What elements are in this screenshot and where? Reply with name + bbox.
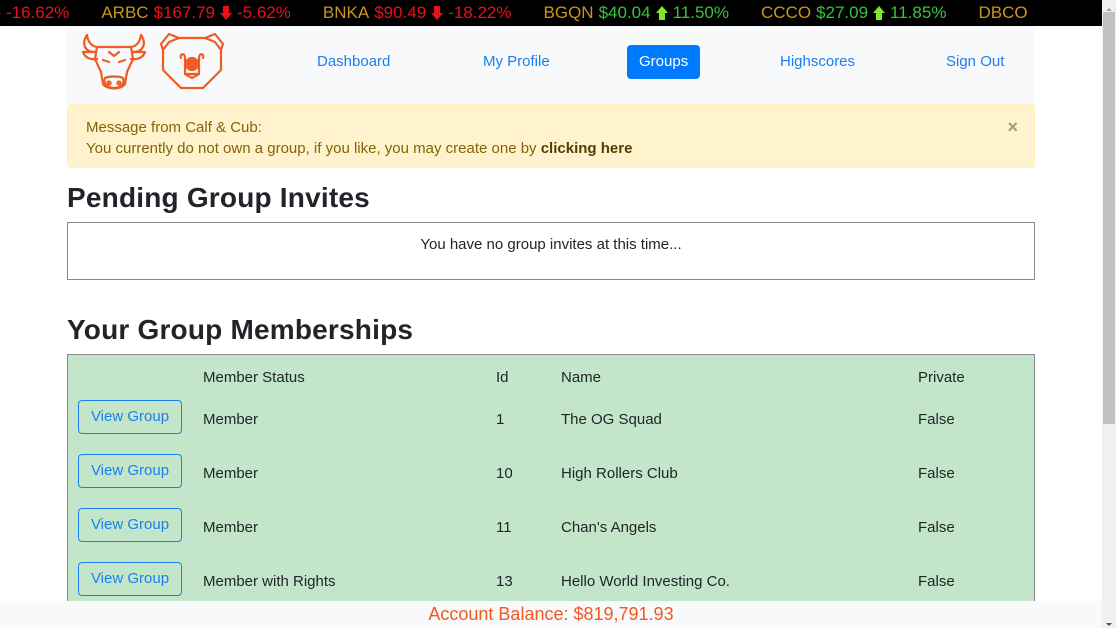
table-row: View Group Member 10 High Rollers Club F… xyxy=(68,454,1034,519)
navbar: Dashboard My Profile Groups Highscores S… xyxy=(67,26,1035,104)
arrow-down-icon xyxy=(219,5,233,21)
ticker-item: DBCO xyxy=(978,0,1032,26)
scroll-up-arrow-icon[interactable] xyxy=(1102,0,1116,12)
page: -16.62% ARBC $167.79 -5.62% BNKA $90.49 -18.22… xyxy=(0,0,1102,628)
view-group-button[interactable]: View Group xyxy=(78,454,182,488)
column-header-private: Private xyxy=(918,369,965,386)
ticker-change: -5.62% xyxy=(237,3,291,22)
ticker-symbol: CCCO xyxy=(760,3,812,22)
arrow-down-icon xyxy=(430,5,444,21)
view-group-button[interactable]: View Group xyxy=(78,562,182,596)
bear-logo-icon[interactable] xyxy=(157,30,227,96)
ticker-item: BNKA $90.49 -18.22% xyxy=(323,0,512,26)
group-id: 1 xyxy=(496,411,505,428)
member-status: Member xyxy=(203,411,259,428)
ticker-price: $167.79 xyxy=(153,3,216,22)
ticker-price: $27.09 xyxy=(816,3,869,22)
arrow-up-icon xyxy=(872,5,886,21)
nav-my-profile[interactable]: My Profile xyxy=(471,45,562,79)
scroll-down-arrow-icon[interactable] xyxy=(1102,616,1116,628)
member-status: Member xyxy=(203,519,259,536)
group-name: The OG Squad xyxy=(561,411,662,428)
alert-title: Message from Calf & Cub: xyxy=(86,119,262,136)
group-name: High Rollers Club xyxy=(561,465,678,482)
ticker-change: 11.85% xyxy=(890,3,947,22)
ticker-item: BGQN $40.04 11.50% xyxy=(544,0,729,26)
column-header-name: Name xyxy=(561,369,602,386)
ticker-symbol: BNKA xyxy=(322,3,370,22)
ticker-item: CCCO $27.09 11.85% xyxy=(761,0,946,26)
ticker-change: -18.22% xyxy=(448,3,512,22)
group-private: False xyxy=(918,411,955,428)
scrollbar-thumb[interactable] xyxy=(1103,12,1115,424)
alert-body-text: You currently do not own a group, if you… xyxy=(86,140,537,157)
nav-groups[interactable]: Groups xyxy=(627,45,701,79)
column-header-member-status: Member Status xyxy=(203,369,305,386)
alert-body: You currently do not own a group, if you… xyxy=(86,140,632,157)
group-private: False xyxy=(918,519,955,536)
nav-sign-out[interactable]: Sign Out xyxy=(934,45,1016,79)
invites-empty-box: You have no group invites at this time..… xyxy=(67,222,1035,280)
table-row: View Group Member 11 Chan's Angels False xyxy=(68,508,1034,573)
alert-message: Message from Calf & Cub: You currently d… xyxy=(67,104,1035,168)
memberships-table: Member Status Id Name Private View Group… xyxy=(67,354,1035,614)
group-id: 13 xyxy=(496,573,513,590)
ticker-price: $90.49 xyxy=(374,3,427,22)
column-header-id: Id xyxy=(496,369,509,386)
group-name: Chan's Angels xyxy=(561,519,657,536)
memberships-heading: Your Group Memberships xyxy=(67,314,414,345)
ticker-change: -16.62% xyxy=(6,3,70,22)
account-balance: Account Balance: $819,791.93 xyxy=(428,604,674,624)
nav-dashboard[interactable]: Dashboard xyxy=(305,45,402,79)
ticker-symbol: BGQN xyxy=(543,3,594,22)
ticker-symbol: DBCO xyxy=(978,3,1028,22)
arrow-up-icon xyxy=(655,5,669,21)
group-name: Hello World Investing Co. xyxy=(561,573,730,590)
close-icon[interactable]: × xyxy=(1007,117,1018,138)
bull-logo-icon[interactable] xyxy=(79,30,149,96)
invites-empty-text: You have no group invites at this time..… xyxy=(420,236,682,253)
view-group-button[interactable]: View Group xyxy=(78,508,182,542)
member-status: Member xyxy=(203,465,259,482)
create-group-link[interactable]: clicking here xyxy=(541,140,633,157)
account-balance-bar: Account Balance: $819,791.93 xyxy=(0,601,1102,628)
group-private: False xyxy=(918,465,955,482)
ticker-item: ARBC $167.79 -5.62% xyxy=(101,0,291,26)
ticker-track: -16.62% ARBC $167.79 -5.62% BNKA $90.49 -18.22… xyxy=(0,0,1065,26)
view-group-button[interactable]: View Group xyxy=(78,400,182,434)
ticker-change: 11.50% xyxy=(672,3,729,22)
vertical-scrollbar[interactable] xyxy=(1102,0,1116,628)
arrow-down-icon xyxy=(0,5,2,21)
stock-ticker: -16.62% ARBC $167.79 -5.62% BNKA $90.49 -18.22… xyxy=(0,0,1102,26)
ticker-price: $40.04 xyxy=(598,3,651,22)
group-id: 10 xyxy=(496,465,513,482)
group-private: False xyxy=(918,573,955,590)
member-status: Member with Rights xyxy=(203,573,336,590)
nav-highscores[interactable]: Highscores xyxy=(768,45,867,79)
ticker-symbol: ARBC xyxy=(101,3,149,22)
group-id: 11 xyxy=(496,519,512,536)
ticker-item: -16.62% xyxy=(0,0,69,26)
table-row: View Group Member 1 The OG Squad False xyxy=(68,400,1034,465)
pending-invites-heading: Pending Group Invites xyxy=(67,182,370,213)
